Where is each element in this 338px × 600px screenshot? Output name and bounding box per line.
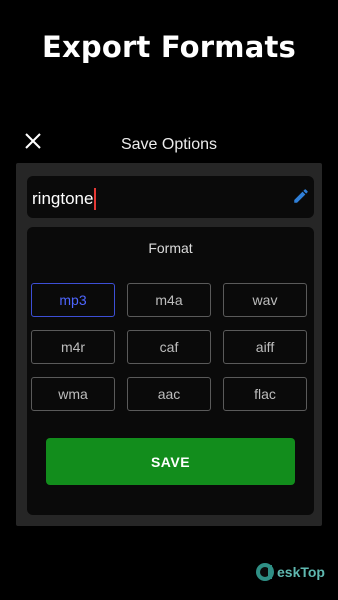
watermark: eskTop <box>255 562 325 582</box>
text-caret <box>94 188 97 210</box>
format-card: Format mp3 m4a wav m4r caf aiff wma aac … <box>27 227 314 515</box>
filename-input[interactable]: ringtone <box>27 176 314 218</box>
format-option-wav[interactable]: wav <box>223 283 307 317</box>
format-option-m4a[interactable]: m4a <box>127 283 211 317</box>
watermark-text: eskTop <box>277 564 325 580</box>
format-option-caf[interactable]: caf <box>127 330 211 364</box>
dialog-title: Save Options <box>120 136 218 153</box>
banner-title: Export Formats <box>41 30 297 64</box>
format-option-flac[interactable]: flac <box>223 377 307 411</box>
format-option-m4r[interactable]: m4r <box>31 330 115 364</box>
filename-value: ringtone <box>32 189 94 208</box>
desktop-logo-icon <box>256 563 274 581</box>
save-button[interactable]: SAVE <box>46 438 295 485</box>
format-option-mp3[interactable]: mp3 <box>31 283 115 317</box>
format-option-aac[interactable]: aac <box>127 377 211 411</box>
format-option-wma[interactable]: wma <box>31 377 115 411</box>
pencil-icon[interactable] <box>292 187 310 205</box>
format-label: Format <box>148 240 193 256</box>
format-option-aiff[interactable]: aiff <box>223 330 307 364</box>
